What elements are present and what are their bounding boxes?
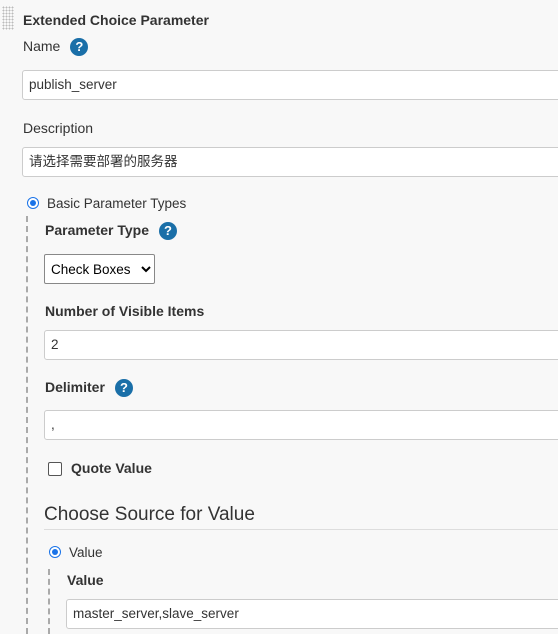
source-value-label: Value	[69, 545, 103, 560]
help-icon[interactable]: ?	[114, 379, 133, 398]
source-value-radio[interactable]	[49, 546, 61, 558]
parameter-type-select[interactable]: Check Boxes	[44, 254, 155, 284]
value-divider	[48, 569, 50, 634]
value-label: Value	[67, 572, 104, 588]
parameter-type-label: Parameter Type?	[45, 222, 178, 241]
value-input[interactable]: master_server,slave_server	[66, 599, 558, 629]
delimiter-text: Delimiter	[45, 379, 105, 395]
heading-rule	[44, 529, 558, 530]
visible-items-label: Number of Visible Items	[45, 303, 205, 319]
quote-value-checkbox[interactable]	[48, 462, 62, 476]
basic-types-radio[interactable]	[27, 197, 39, 209]
section-title: Extended Choice Parameter	[23, 12, 209, 28]
name-label: Name?	[23, 38, 89, 57]
name-label-text: Name	[23, 38, 61, 54]
description-label: Description	[23, 120, 94, 136]
section-divider	[26, 216, 28, 634]
source-heading: Choose Source for Value	[44, 504, 255, 525]
name-input[interactable]: publish_server	[22, 70, 558, 100]
help-icon[interactable]: ?	[159, 222, 178, 241]
delimiter-label: Delimiter?	[45, 379, 133, 398]
visible-items-input[interactable]: 2	[44, 330, 558, 360]
delimiter-input[interactable]: ,	[44, 410, 558, 440]
description-input[interactable]: 请选择需要部署的服务器	[22, 147, 558, 177]
parameter-type-text: Parameter Type	[45, 222, 150, 238]
quote-value-label: Quote Value	[71, 460, 152, 476]
drag-handle-icon[interactable]	[2, 6, 14, 30]
basic-types-label: Basic Parameter Types	[47, 196, 187, 211]
help-icon[interactable]: ?	[70, 38, 89, 57]
